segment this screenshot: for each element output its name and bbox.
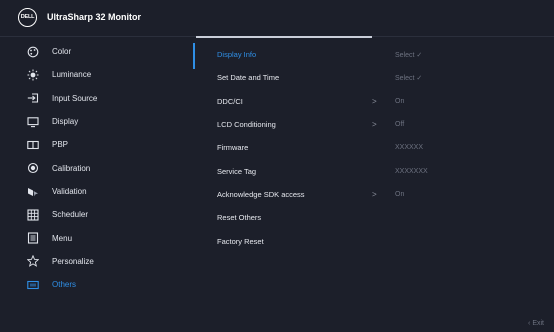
row-label: Service Tag [217, 166, 257, 176]
row-value: On [395, 190, 405, 198]
row-label: Factory Reset [217, 236, 264, 246]
row-label: Acknowledge SDK access [217, 189, 305, 199]
chevron-right-icon: > [372, 96, 377, 106]
sidebar-item-label: Scheduler [52, 210, 89, 220]
dell-logo: DELL [18, 7, 37, 27]
pbp-icon [26, 138, 40, 152]
others-icon [26, 278, 40, 292]
menu-row-set-date-time[interactable]: Set Date and Time Select ✓ [196, 66, 554, 89]
row-value: Off [395, 121, 405, 129]
menu-row-factory-reset[interactable]: Factory Reset [196, 229, 554, 252]
monitor-title: UltraSharp 32 Monitor [47, 12, 142, 22]
row-value: Select ✓ [395, 51, 423, 59]
sidebar-item-label: Luminance [52, 70, 92, 80]
display-icon [26, 115, 40, 129]
sidebar-item-label: Color [52, 47, 72, 57]
sidebar-item-label: Menu [52, 233, 73, 243]
input-source-icon [26, 91, 40, 105]
scheduler-icon [26, 208, 40, 222]
menu-row-acknowledge-sdk[interactable]: Acknowledge SDK access > On [196, 183, 554, 206]
chevron-right-icon: > [372, 120, 377, 130]
osd-header: DELL UltraSharp 32 Monitor [0, 0, 554, 34]
color-icon [26, 45, 40, 59]
others-settings-list: Display Info Select ✓ Set Date and Time … [196, 43, 554, 253]
row-label: Firmware [217, 143, 249, 153]
sidebar-item-others[interactable]: Others [0, 273, 192, 296]
row-label: Set Date and Time [217, 73, 280, 83]
sidebar-item-calibration[interactable]: Calibration [0, 156, 192, 179]
sidebar-item-color[interactable]: Color [0, 40, 192, 63]
menu-row-reset-others[interactable]: Reset Others [196, 206, 554, 229]
selection-indicator [193, 43, 195, 69]
row-value: On [395, 97, 405, 105]
row-label: Display Info [217, 50, 257, 60]
header-active-indicator [196, 36, 372, 38]
star-icon [26, 254, 40, 268]
brightness-icon [26, 68, 40, 82]
chevron-right-icon: > [372, 189, 377, 199]
sidebar-item-label: Display [52, 117, 79, 127]
validation-icon [26, 184, 40, 198]
menu-row-service-tag[interactable]: Service Tag XXXXXXX [196, 159, 554, 182]
exit-button[interactable]: ‹ Exit [528, 320, 544, 327]
sidebar-item-label: Personalize [52, 256, 94, 266]
monitor-osd: DELL UltraSharp 32 Monitor Color Luminan… [0, 0, 554, 332]
menu-row-display-info[interactable]: Display Info Select ✓ [196, 43, 554, 66]
row-label: Reset Others [217, 213, 262, 223]
sidebar-item-validation[interactable]: Validation [0, 180, 192, 203]
calibration-icon [26, 161, 40, 175]
sidebar-item-display[interactable]: Display [0, 110, 192, 133]
sidebar-menu: Color Luminance Input Source Display PBP [0, 40, 192, 296]
sidebar-item-input-source[interactable]: Input Source [0, 87, 192, 110]
menu-row-ddc-ci[interactable]: DDC/CI > On [196, 90, 554, 113]
row-label: LCD Conditioning [217, 120, 276, 130]
menu-row-firmware[interactable]: Firmware XXXXXX [196, 136, 554, 159]
sidebar-item-pbp[interactable]: PBP [0, 133, 192, 156]
sidebar-item-menu[interactable]: Menu [0, 226, 192, 249]
sidebar-item-personalize[interactable]: Personalize [0, 250, 192, 273]
row-value: Select ✓ [395, 74, 423, 82]
sidebar-item-label: Calibration [52, 163, 91, 173]
menu-row-lcd-conditioning[interactable]: LCD Conditioning > Off [196, 113, 554, 136]
row-value: XXXXXXX [395, 167, 428, 175]
sidebar-item-label: Input Source [52, 93, 98, 103]
sidebar-item-label: Others [52, 280, 77, 290]
row-value: XXXXXX [395, 144, 424, 152]
menu-icon [26, 231, 40, 245]
sidebar-item-luminance[interactable]: Luminance [0, 63, 192, 86]
sidebar-item-scheduler[interactable]: Scheduler [0, 203, 192, 226]
sidebar-item-label: PBP [52, 140, 69, 150]
row-label: DDC/CI [217, 96, 243, 106]
sidebar-item-label: Validation [52, 186, 87, 196]
